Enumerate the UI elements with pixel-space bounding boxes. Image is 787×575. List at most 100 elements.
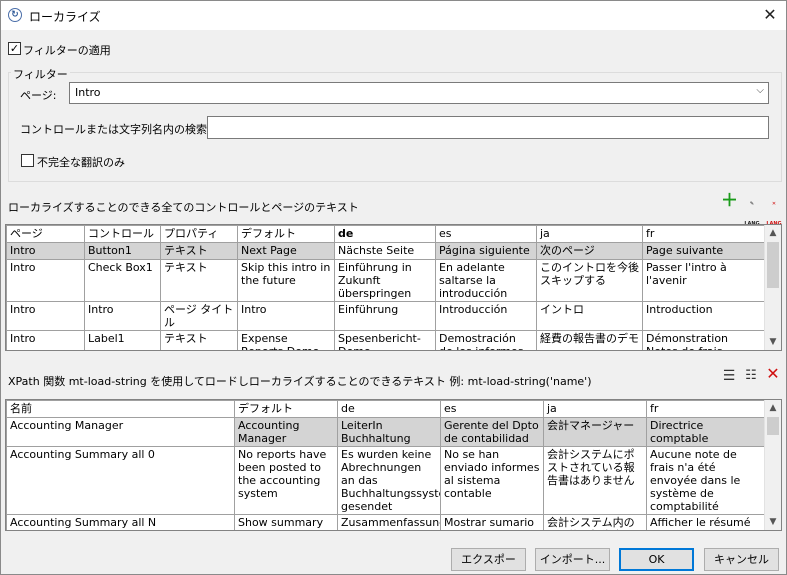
controls-column-header[interactable]: de [334,225,436,243]
xpath-column-header[interactable]: デフォルト [234,400,338,418]
xpath-table-cell[interactable]: No reports have been posted to the accou… [234,446,338,515]
controls-table-cell[interactable]: Intro [6,330,85,350]
xpath-column-header[interactable]: de [337,400,441,418]
scroll-up-icon[interactable]: ▲ [765,400,781,416]
scroll-down-icon[interactable]: ▼ [765,514,781,530]
xpath-table-row[interactable]: Accounting Summary all 0 No reports have … [6,446,765,515]
controls-table-cell[interactable]: Passer l'intro à l'avenir [642,259,765,302]
controls-section-title: ローカライズすることのできる全てのコントロールとページのテキスト [8,201,359,214]
xpath-column-header[interactable]: fr [646,400,765,418]
export-button[interactable]: エクスポート... [451,548,526,571]
xpath-table-cell[interactable]: Afficher le résumé de %1 notes [646,514,765,530]
controls-table-cell[interactable]: Einführung in Zukunft überspringen [334,259,436,302]
incomplete-only-label: 不完全な翻訳のみ [37,156,125,169]
controls-table-cell[interactable]: Skip this intro in the future [237,259,335,302]
controls-table-row[interactable]: Intro Button1 テキスト Next Page Nächste Seite Pá… [6,242,765,260]
xpath-table-cell[interactable]: 会計マネージャー [543,417,647,447]
xpath-column-header[interactable]: 名前 [6,400,235,418]
controls-table-cell[interactable]: Label1 [84,330,161,350]
controls-table-cell[interactable]: ページ タイトル [160,301,238,331]
controls-table-cell[interactable]: Einführung [334,301,436,331]
controls-table-cell[interactable]: 経費の報告書のデモ [536,330,643,350]
localize-dialog: ↻ ローカライズ ✕ ✓ フィルターの適用 フィルター ページ: Intro ⌵… [0,0,787,575]
controls-table-cell[interactable]: Demostración de los informes de gastos [435,330,537,350]
xpath-table-cell[interactable]: Accounting Summary all 0 [6,446,235,515]
controls-table-cell[interactable]: En adelante saltarse la introducción [435,259,537,302]
xpath-table-cell[interactable]: No se han enviado informes al sistema co… [440,446,544,515]
controls-table-cell[interactable]: Page suivante [642,242,765,260]
xpath-table-cell[interactable]: 会計システム内の %1 件の報告書の要約を表示 [543,514,647,530]
controls-column-header[interactable]: ja [536,225,643,243]
controls-column-header[interactable]: デフォルト [237,225,335,243]
controls-table-cell[interactable]: Introducción [435,301,537,331]
xpath-table-cell[interactable]: Aucune note de frais n'a été envoyée dan… [646,446,765,515]
xpath-table-cell[interactable]: Accounting Manager [234,417,338,447]
controls-table-row[interactable]: IntroLabel1テキストExpense Reports DemoSpese… [6,330,765,350]
list-icon[interactable]: ☰ [721,368,737,384]
xpath-scrollbar[interactable]: ▲ ▼ [764,400,781,530]
controls-table-cell[interactable]: テキスト [160,259,238,302]
controls-column-header[interactable]: コントロール [84,225,161,243]
page-select[interactable]: Intro ⌵ [69,82,769,104]
xpath-table-cell[interactable]: Directrice comptable [646,417,765,447]
controls-table-cell[interactable]: Button1 [84,242,161,260]
import-button[interactable]: インポート... [535,548,610,571]
xpath-column-header[interactable]: ja [543,400,647,418]
controls-table-cell[interactable]: Página siguiente [435,242,537,260]
controls-table-cell[interactable]: Introduction [642,301,765,331]
controls-table-cell[interactable]: Démonstration Notes de frais [642,330,765,350]
xpath-table-cell[interactable]: Accounting Summary all N [6,514,235,530]
scroll-thumb[interactable] [767,242,779,288]
xpath-table-cell[interactable]: Gerente del Dpto de contabilidad [440,417,544,447]
xpath-table-cell[interactable]: Es wurden keine Abrechnungen an das Buch… [337,446,441,515]
scroll-thumb[interactable] [767,417,779,435]
close-button[interactable]: ✕ [760,5,780,25]
xpath-table-cell[interactable]: LeiterIn Buchhaltung [337,417,441,447]
controls-column-header[interactable]: ページ [6,225,85,243]
controls-table-cell[interactable]: Next Page [237,242,335,260]
filter-apply-checkbox[interactable]: ✓ [8,42,21,55]
xpath-table-cell[interactable]: Accounting Manager [6,417,235,447]
xpath-section-title: XPath 関数 mt-load-string を使用してロードしローカライズす… [8,375,592,388]
controls-table-row[interactable]: Intro Check Box1 テキスト Skip this intro in th… [6,259,765,302]
controls-table-cell[interactable]: Intro [6,301,85,331]
scroll-down-icon[interactable]: ▼ [765,334,781,350]
controls-table-cell[interactable]: このイントロを今後スキップする [536,259,643,302]
controls-column-header[interactable]: プロパティ [160,225,238,243]
controls-table-cell[interactable]: Intro [6,242,85,260]
xpath-header-row: 名前 デフォルト de es ja fr [6,400,765,418]
xpath-table-row[interactable]: Accounting Manager Accounting Manager Leit… [6,417,765,447]
controls-table-cell[interactable]: Intro [237,301,335,331]
scroll-up-icon[interactable]: ▲ [765,225,781,241]
controls-column-header[interactable]: es [435,225,537,243]
add-icon[interactable]: ＋ [721,193,738,210]
controls-table-row[interactable]: Intro Intro ページ タイトル Intro Einführung Introdu… [6,301,765,331]
incomplete-only-checkbox[interactable] [21,154,34,167]
ok-button[interactable]: OK [619,548,694,571]
controls-table-cell[interactable]: テキスト [160,242,238,260]
controls-table-cell[interactable]: Intro [84,301,161,331]
delete-icon[interactable]: ✕ [765,366,781,382]
edit-lang-icon[interactable]: ✎ LANG [743,194,761,227]
controls-table-cell[interactable]: イントロ [536,301,643,331]
xpath-table-row[interactable]: Accounting Summary all NShow summary of … [6,514,765,530]
xpath-table-cell[interactable]: Show summary of %1 reports [234,514,338,530]
controls-table-cell[interactable]: Check Box1 [84,259,161,302]
controls-table-cell[interactable]: Nächste Seite [334,242,436,260]
xpath-table-cell[interactable]: Zusammenfassung von %1 [337,514,441,530]
controls-scrollbar[interactable]: ▲ ▼ [764,225,781,350]
delete-lang-icon[interactable]: ✕ LANG [765,194,783,227]
controls-table-cell[interactable]: Expense Reports Demo [237,330,335,350]
controls-table-cell[interactable]: 次のページ [536,242,643,260]
xpath-column-header[interactable]: es [440,400,544,418]
filter-group-title: フィルター [11,66,70,82]
controls-table-cell[interactable]: Intro [6,259,85,302]
table-icon[interactable]: ☷ [743,368,759,384]
controls-table-cell[interactable]: Spesenbericht-Demo [334,330,436,350]
controls-column-header[interactable]: fr [642,225,765,243]
search-input[interactable] [207,116,769,139]
cancel-button[interactable]: キャンセル [704,548,779,571]
controls-table-cell[interactable]: テキスト [160,330,238,350]
xpath-table-cell[interactable]: 会計システムにポストされている報告書はありません [543,446,647,515]
xpath-table-cell[interactable]: Mostrar sumario de %1 informes [440,514,544,530]
